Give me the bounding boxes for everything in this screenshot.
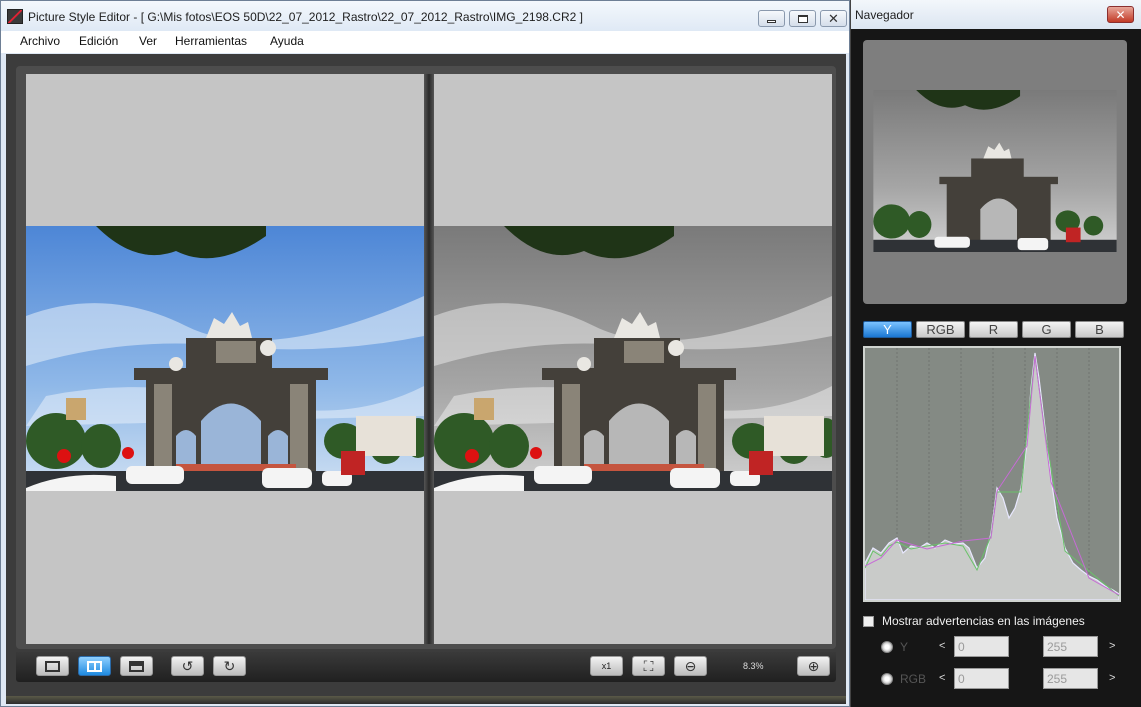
fit-to-window-icon: ⛶ [643,658,654,674]
histogram-channel-tabs: Y RGB R G B [863,321,1127,338]
navigator-window: Navegador ✕ Y RGB R G B Mostrar adverten… [850,0,1141,707]
maximize-icon [797,14,808,23]
rgb-max-input[interactable] [1043,668,1098,689]
tab-channel-g[interactable]: G [1022,321,1071,338]
navigator-title: Navegador [855,8,914,22]
range-label-rgb: RGB [900,672,927,686]
main-window: Picture Style Editor - [ G:\Mis fotos\EO… [0,0,850,707]
tab-channel-b[interactable]: B [1075,321,1124,338]
navigator-close-button[interactable]: ✕ [1107,6,1134,23]
rotate-right-button[interactable]: ↻ [213,656,246,676]
view-toolbar: ↺ ↻ x1 ⛶ ⊖ 8.3% ⊕ [16,652,836,682]
menu-bar: Archivo Edición Ver Herramientas Ayuda [1,31,849,53]
original-photo [26,226,424,491]
tab-channel-rgb[interactable]: RGB [916,321,965,338]
pane-divider[interactable] [424,74,434,644]
rotate-right-icon: ↻ [223,658,236,674]
show-warnings-checkbox[interactable] [863,615,874,627]
original-image-pane[interactable] [26,74,424,644]
edited-image-pane[interactable] [434,74,832,644]
histogram[interactable] [863,346,1121,602]
navigator-preview-box[interactable] [863,40,1127,304]
single-view-button[interactable] [36,656,69,676]
y-max-input[interactable] [1043,636,1098,657]
y-min-input[interactable] [954,636,1009,657]
menu-ayuda[interactable]: Ayuda [270,34,304,48]
top-bottom-view-icon [129,660,144,672]
rgb-min-input[interactable] [954,668,1009,689]
menu-archivo[interactable]: Archivo [20,34,60,48]
single-view-icon [45,660,60,672]
window-title: Picture Style Editor - [ G:\Mis fotos\EO… [28,10,583,24]
navigator-thumbnail[interactable] [873,90,1117,252]
show-warnings-label: Mostrar advertencias en las imágenes [882,614,1085,628]
rotate-left-button[interactable]: ↺ [171,656,204,676]
radio-y[interactable] [881,641,893,653]
tab-channel-r[interactable]: R [969,321,1018,338]
status-strip [6,696,846,704]
workspace: ↺ ↻ x1 ⛶ ⊖ 8.3% ⊕ [6,54,846,704]
top-bottom-view-button[interactable] [120,656,153,676]
minimize-icon [767,19,776,23]
warning-row: Mostrar advertencias en las imágenes [863,613,1085,629]
menu-ver[interactable]: Ver [139,34,157,48]
image-view-area [16,66,836,649]
actual-size-icon: x1 [601,661,612,671]
navigator-title-bar[interactable]: Navegador ✕ [851,0,1141,29]
histogram-curve [865,352,1119,600]
fit-to-window-button[interactable]: ⛶ [632,656,665,676]
zoom-in-button[interactable]: ⊕ [797,656,830,676]
tab-channel-y[interactable]: Y [863,321,912,338]
menu-edicion[interactable]: Edición [79,34,118,48]
app-icon [7,9,23,24]
side-by-side-view-button[interactable] [78,656,111,676]
close-icon: ✕ [1115,7,1126,22]
zoom-out-button[interactable]: ⊖ [674,656,707,676]
actual-size-button[interactable]: x1 [590,656,623,676]
edited-photo [434,226,832,491]
zoom-out-icon: ⊖ [684,658,697,674]
minimize-button[interactable] [758,10,785,27]
zoom-level: 8.3% [743,661,764,671]
rotate-left-icon: ↺ [181,658,194,674]
side-by-side-icon [87,660,102,672]
close-button[interactable]: ✕ [820,10,847,27]
range-label-y: Y [900,640,909,654]
range-gt-y: > [1109,640,1116,652]
title-bar[interactable]: Picture Style Editor - [ G:\Mis fotos\EO… [1,1,849,31]
range-lt-rgb: < [939,672,946,684]
range-gt-rgb: > [1109,672,1116,684]
radio-rgb[interactable] [881,673,893,685]
maximize-button[interactable] [789,10,816,27]
close-icon: ✕ [828,11,839,26]
zoom-in-icon: ⊕ [807,658,820,674]
menu-herramientas[interactable]: Herramientas [175,34,247,48]
range-lt-y: < [939,640,946,652]
